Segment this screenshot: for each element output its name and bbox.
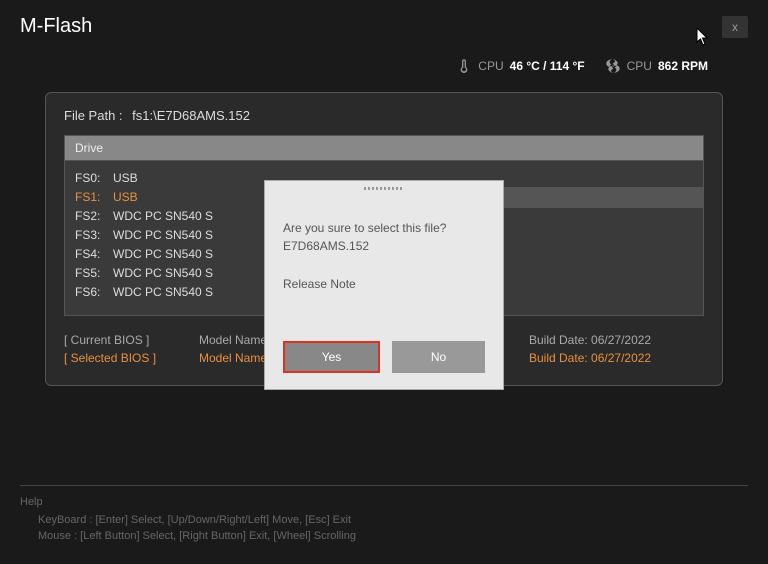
filepath-value: fs1:\E7D68AMS.152	[132, 108, 250, 123]
dialog-question: Are you sure to select this file?	[283, 219, 485, 237]
current-bios-date: Build Date: 06/27/2022	[529, 333, 689, 347]
cpu-fan-label: CPU	[627, 59, 652, 73]
help-mouse: Mouse : [Left Button] Select, [Right But…	[20, 528, 748, 544]
release-note-label: Release Note	[283, 277, 485, 291]
fan-icon	[605, 58, 621, 74]
col-drive-header: Drive	[75, 141, 384, 155]
yes-button[interactable]: Yes	[283, 341, 380, 373]
thermometer-icon	[456, 58, 472, 74]
cpu-fan-value: 862 RPM	[658, 59, 708, 73]
status-bar: CPU 46 °C / 114 °F CPU 862 RPM	[45, 48, 723, 82]
col-file-header	[384, 141, 693, 155]
cpu-temp-value: 46 °C / 114 °F	[510, 59, 585, 73]
selected-bios-date: Build Date: 06/27/2022	[529, 351, 689, 365]
help-keyboard: KeyBoard : [Enter] Select, [Up/Down/Righ…	[20, 512, 748, 528]
cpu-temp-label: CPU	[478, 59, 503, 73]
confirm-dialog: Are you sure to select this file? E7D68A…	[264, 180, 504, 390]
filepath-label: File Path :	[64, 108, 123, 123]
dialog-grip[interactable]	[364, 187, 404, 190]
dialog-filename: E7D68AMS.152	[283, 237, 485, 255]
table-header: Drive	[64, 135, 704, 161]
close-button[interactable]: x	[722, 16, 748, 38]
no-button[interactable]: No	[392, 341, 485, 373]
selected-bios-label: [ Selected BIOS ]	[64, 351, 169, 365]
help-section: Help KeyBoard : [Enter] Select, [Up/Down…	[20, 485, 748, 544]
window-title: M-Flash	[20, 15, 92, 38]
current-bios-label: [ Current BIOS ]	[64, 333, 169, 347]
help-title: Help	[20, 496, 748, 508]
